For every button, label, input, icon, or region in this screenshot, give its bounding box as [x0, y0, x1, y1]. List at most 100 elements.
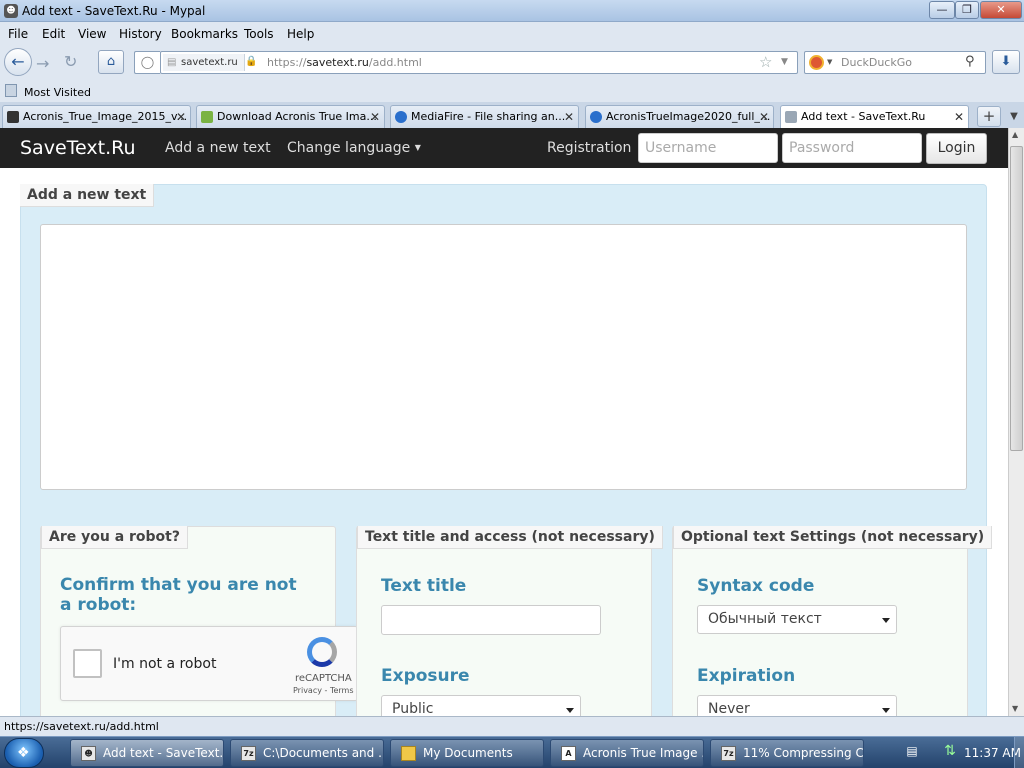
tab-download-acronis[interactable]: Download Acronis True Ima... ✕ [196, 105, 385, 128]
search-engine-dropdown-icon[interactable]: ▼ [827, 58, 832, 66]
forward-arrow-icon[interactable]: → [36, 54, 49, 73]
close-window-button[interactable]: ✕ [980, 1, 1022, 19]
taskbar-item-documents[interactable]: 7z C:\Documents and ... [230, 739, 384, 767]
site-identity-label: savetext.ru [181, 57, 238, 68]
tab-strip: Acronis_True_Image_2015_v... ✕ Download … [0, 102, 1024, 128]
url-host: savetext.ru [306, 56, 369, 69]
site-brand-link[interactable]: SaveText.Ru [20, 137, 136, 159]
mypal-app-icon: ☻ [4, 4, 18, 18]
tab-close-icon[interactable]: ✕ [954, 106, 964, 128]
bookmark-folder-icon [5, 84, 17, 97]
text-title-input[interactable] [381, 605, 601, 635]
site-identity-button[interactable]: ▤ savetext.ru [163, 54, 245, 71]
reload-icon[interactable]: ↻ [64, 52, 77, 71]
navigation-toolbar: ← → ↻ ⌂ ◯ ▤ savetext.ru 🔒 https://savete… [0, 44, 1024, 80]
tab-favicon-icon [201, 111, 213, 123]
text-title-label: Text title [381, 576, 467, 596]
home-icon[interactable]: ⌂ [98, 50, 124, 74]
bookmark-star-icon[interactable]: ☆ [759, 53, 772, 71]
recaptcha-checkbox[interactable] [73, 649, 102, 678]
tab-close-icon[interactable]: ✕ [176, 106, 186, 128]
change-language-dropdown[interactable]: Change language ▼ [287, 140, 421, 156]
tab-acronis-2020[interactable]: AcronisTrueImage2020_full_... ✕ [585, 105, 774, 128]
task-label: Acronis True Image ... [583, 746, 704, 760]
menu-file[interactable]: File [8, 27, 28, 41]
back-arrow-icon[interactable]: ← [4, 48, 32, 76]
new-tab-plus-icon[interactable]: + [977, 106, 1001, 127]
tab-add-text-savetext[interactable]: Add text - SaveText.Ru ✕ [780, 105, 969, 128]
menu-history[interactable]: History [119, 27, 162, 41]
status-bar: https://savetext.ru/add.html [0, 716, 1024, 736]
url-text[interactable]: https://savetext.ru/add.html [267, 56, 422, 69]
seven-zip-icon: 7z [241, 746, 256, 761]
tab-list-icon[interactable]: ▼ [1006, 106, 1022, 127]
select-caret-icon [882, 708, 890, 713]
scrollbar-thumb[interactable] [1010, 146, 1023, 451]
taskbar-item-compressing[interactable]: 7z 11% Compressing C... [710, 739, 864, 767]
exposure-selected-value: Public [392, 701, 434, 716]
tab-acronis-2015[interactable]: Acronis_True_Image_2015_v... ✕ [2, 105, 191, 128]
tab-close-icon[interactable]: ✕ [370, 106, 380, 128]
scroll-down-arrow-icon[interactable]: ▼ [1012, 704, 1018, 713]
expiration-select[interactable]: Never [697, 695, 897, 716]
task-label: 11% Compressing C... [743, 746, 864, 760]
search-bar[interactable]: ▼ DuckDuckGo ⚲ [804, 51, 986, 74]
show-desktop-button[interactable] [1014, 737, 1024, 768]
login-button[interactable]: Login [926, 133, 987, 164]
maximize-button[interactable]: ❐ [955, 1, 979, 19]
text-settings-tag: Optional text Settings (not necessary) [673, 526, 993, 549]
recaptcha-brand: reCAPTCHA [295, 673, 352, 684]
password-input[interactable]: Password [782, 133, 922, 163]
add-new-text-link[interactable]: Add a new text [165, 140, 271, 156]
start-button[interactable]: ❖ [4, 738, 44, 768]
text-content-textarea[interactable] [40, 224, 967, 490]
address-bar[interactable]: ▤ savetext.ru 🔒 https://savetext.ru/add.… [160, 51, 798, 74]
system-clock[interactable]: 11:37 AM [964, 746, 1021, 760]
menu-edit[interactable]: Edit [42, 27, 65, 41]
taskbar-item-acronis[interactable]: A Acronis True Image ... [550, 739, 704, 767]
page-scrollbar[interactable]: ▲ ▼ [1008, 128, 1024, 716]
tab-label: Add text - SaveText.Ru [801, 110, 926, 123]
shield-icon[interactable]: ◯ [134, 51, 160, 74]
tab-close-icon[interactable]: ✕ [564, 106, 574, 128]
exposure-select[interactable]: Public [381, 695, 581, 716]
most-visited-bookmark[interactable]: Most Visited [24, 86, 91, 99]
tab-label: MediaFire - File sharing an... [411, 110, 566, 123]
windows-taskbar: ❖ ☻ Add text - SaveText.... 7z C:\Document… [0, 736, 1024, 768]
web-page: SaveText.Ru Add a new text Change langua… [0, 128, 1008, 716]
tab-label: Acronis_True_Image_2015_v... [23, 110, 188, 123]
minimize-button[interactable]: — [929, 1, 955, 19]
tab-mediafire[interactable]: MediaFire - File sharing an... ✕ [390, 105, 579, 128]
acronis-icon: A [561, 746, 576, 761]
tab-favicon-icon [785, 111, 797, 123]
search-icon[interactable]: ⚲ [965, 54, 975, 69]
menu-tools[interactable]: Tools [244, 27, 274, 41]
menu-help[interactable]: Help [287, 27, 314, 41]
syntax-code-select[interactable]: Обычный текст [697, 605, 897, 634]
page-icon: ▤ [167, 57, 177, 68]
tab-label: Download Acronis True Ima... [217, 110, 377, 123]
taskbar-item-mypal[interactable]: ☻ Add text - SaveText.... [70, 739, 224, 767]
menu-bookmarks[interactable]: Bookmarks [171, 27, 238, 41]
mypal-icon: ☻ [81, 746, 96, 761]
menu-bar: File Edit View History Bookmarks Tools H… [0, 22, 1024, 44]
scroll-up-arrow-icon[interactable]: ▲ [1012, 130, 1018, 139]
recaptcha-widget: I'm not a robot reCAPTCHA Privacy - Term… [60, 626, 358, 701]
network-tray-icon[interactable]: ⇅ [938, 743, 962, 761]
keyboard-tray-icon[interactable]: ▤ [900, 744, 924, 762]
download-icon[interactable]: ⬇ [992, 50, 1020, 74]
taskbar-item-my-documents[interactable]: My Documents [390, 739, 544, 767]
search-input[interactable]: DuckDuckGo [841, 56, 912, 69]
recaptcha-privacy-terms[interactable]: Privacy - Terms [293, 686, 354, 695]
task-label: Add text - SaveText.... [103, 746, 224, 760]
username-input[interactable]: Username [638, 133, 778, 163]
status-url: https://savetext.ru/add.html [4, 720, 159, 733]
duckduckgo-icon [809, 55, 824, 70]
title-access-tag: Text title and access (not necessary) [357, 526, 663, 549]
url-dropdown-icon[interactable]: ▼ [781, 57, 788, 67]
registration-link[interactable]: Registration [547, 140, 631, 156]
tab-favicon-icon [395, 111, 407, 123]
menu-view[interactable]: View [78, 27, 106, 41]
expiration-label: Expiration [697, 666, 796, 686]
tab-close-icon[interactable]: ✕ [759, 106, 769, 128]
